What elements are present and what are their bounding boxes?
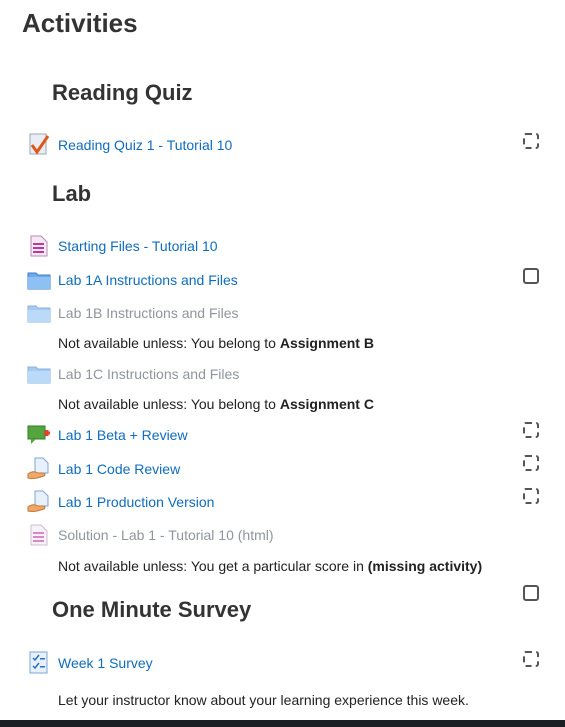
activity-lab-1-beta: Lab 1 Beta + Review	[27, 423, 188, 447]
activity-lab-1c: Lab 1C Instructions and Files	[27, 362, 239, 386]
quiz-icon	[27, 133, 51, 157]
activity-week-1-survey: Week 1 Survey	[27, 651, 153, 675]
section-title-reading-quiz: Reading Quiz	[52, 80, 193, 105]
activity-lab-1-code-review: Lab 1 Code Review	[27, 457, 180, 481]
activity-link-solution-lab-1[interactable]: Solution - Lab 1 - Tutorial 10 (html)	[58, 527, 274, 543]
completion-checkbox-solution-lab-1[interactable]	[523, 585, 539, 601]
section-title-lab: Lab	[52, 181, 92, 206]
activity-lab-1-production: Lab 1 Production Version	[27, 490, 214, 514]
activity-link-lab-1c[interactable]: Lab 1C Instructions and Files	[58, 366, 239, 382]
activity-lab-1a: Lab 1A Instructions and Files	[27, 268, 238, 292]
page-title: Activities	[22, 8, 138, 38]
completion-checkbox-lab-1-code-review[interactable]	[523, 455, 539, 471]
restriction-note-lab-1b: Not available unless: You belong to Assi…	[58, 335, 374, 351]
restriction-note-solution-lab-1: Not available unless: You get a particul…	[58, 558, 483, 574]
folder-icon	[27, 268, 51, 292]
workshop-icon	[27, 423, 51, 447]
page-icon	[27, 523, 51, 547]
assignment-icon	[27, 457, 51, 481]
folder-icon	[27, 301, 51, 325]
restriction-note-lab-1c: Not available unless: You belong to Assi…	[58, 396, 374, 412]
activities-page: Activities Reading Quiz Reading Quiz 1 -…	[0, 0, 565, 727]
activity-lab-1b: Lab 1B Instructions and Files	[27, 301, 239, 325]
bottom-edge-bar	[0, 720, 565, 727]
page-icon	[27, 234, 51, 258]
completion-checkbox-lab-1-production[interactable]	[523, 488, 539, 504]
feedback-icon	[27, 651, 51, 675]
activity-link-reading-quiz-1[interactable]: Reading Quiz 1 - Tutorial 10	[58, 137, 232, 153]
activity-starting-files: Starting Files - Tutorial 10	[27, 234, 218, 258]
activity-link-lab-1-code-review[interactable]: Lab 1 Code Review	[58, 461, 180, 477]
activity-link-week-1-survey[interactable]: Week 1 Survey	[58, 655, 153, 671]
completion-checkbox-lab-1-beta[interactable]	[523, 422, 539, 438]
activity-link-lab-1b[interactable]: Lab 1B Instructions and Files	[58, 305, 239, 321]
completion-checkbox-reading-quiz-1[interactable]	[523, 133, 539, 149]
section-title-one-minute-survey: One Minute Survey	[52, 597, 252, 622]
folder-icon	[27, 362, 51, 386]
activity-link-lab-1a[interactable]: Lab 1A Instructions and Files	[58, 272, 238, 288]
completion-checkbox-week-1-survey[interactable]	[523, 651, 539, 667]
activity-link-starting-files[interactable]: Starting Files - Tutorial 10	[58, 238, 218, 254]
assignment-icon	[27, 490, 51, 514]
activity-link-lab-1-beta[interactable]: Lab 1 Beta + Review	[58, 427, 188, 443]
completion-checkbox-lab-1a[interactable]	[523, 268, 539, 284]
activity-link-lab-1-production[interactable]: Lab 1 Production Version	[58, 494, 214, 510]
activity-description-week-1-survey: Let your instructor know about your lear…	[58, 692, 469, 708]
activity-solution-lab-1: Solution - Lab 1 - Tutorial 10 (html)	[27, 523, 274, 547]
activity-reading-quiz-1: Reading Quiz 1 - Tutorial 10	[27, 133, 232, 157]
